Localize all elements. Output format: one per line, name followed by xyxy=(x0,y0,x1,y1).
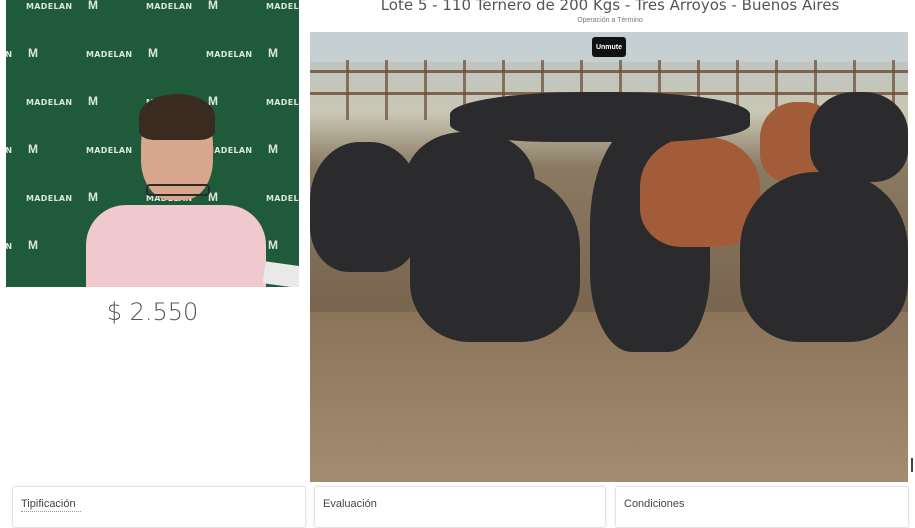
backdrop-logo-mark: M xyxy=(88,190,98,204)
card-label: Evaluación xyxy=(323,498,377,510)
card-label: Tipificación xyxy=(21,498,76,510)
cattle xyxy=(740,172,908,342)
backdrop-logo-mark: M xyxy=(88,0,98,12)
backdrop-logo-text: MADELAN xyxy=(26,194,73,203)
scrollbar-thumb[interactable] xyxy=(911,458,913,472)
backdrop-logo-text: MADELAN xyxy=(206,50,253,59)
backdrop-logo-mark: M xyxy=(268,142,278,156)
backdrop-logo-mark: M xyxy=(28,142,38,156)
presenter-video[interactable]: MADELAN M MADELAN M MADELAN M MADELAN M MADELAN M… xyxy=(6,0,299,287)
paper-sheet xyxy=(262,261,299,287)
lot-title: Lote 5 - 110 Ternero de 200 Kgs - Tres A… xyxy=(380,0,840,14)
backdrop-logo-mark: M xyxy=(268,238,278,252)
fence-rail xyxy=(310,70,908,73)
cattle xyxy=(410,172,580,342)
backdrop-logo-text: MADELAN xyxy=(6,146,13,155)
backdrop-logo-mark: M xyxy=(28,46,38,60)
backdrop-logo-text: MADELAN xyxy=(266,2,299,11)
card-evaluacion[interactable]: Evaluación xyxy=(314,486,606,528)
backdrop-logo-mark: M xyxy=(88,94,98,108)
card-tipificacion[interactable]: Tipificación xyxy=(12,486,306,528)
current-price: $ 2.550 xyxy=(106,298,199,326)
card-label: Condiciones xyxy=(624,498,685,510)
card-underline xyxy=(21,511,81,512)
backdrop-logo-mark: M xyxy=(28,238,38,252)
backdrop-logo-text: MADELAN xyxy=(146,2,193,11)
backdrop-logo-text: MADELAN xyxy=(26,98,73,107)
backdrop-logo-text: MADELAN xyxy=(86,50,133,59)
backdrop-logo-mark: M xyxy=(148,46,158,60)
unmute-button[interactable]: Unmute xyxy=(592,37,626,57)
backdrop-logo-text: MADELAN xyxy=(266,194,299,203)
presenter-body xyxy=(86,205,266,287)
backdrop-logo-text: MADELAN xyxy=(266,98,299,107)
backdrop-logo-mark: M xyxy=(208,0,218,12)
lot-subtitle: Operación a Término xyxy=(577,17,643,24)
backdrop-logo-text: MADELAN xyxy=(86,146,133,155)
cattle xyxy=(310,142,420,272)
backdrop-logo-text: MADELAN xyxy=(26,2,73,11)
backdrop-logo-text: MADELAN xyxy=(6,242,13,251)
presenter-glasses xyxy=(146,184,210,196)
presenter-hair xyxy=(139,94,215,140)
backdrop-logo-mark: M xyxy=(268,46,278,60)
backdrop-logo-text: MADELAN xyxy=(6,50,13,59)
cattle-herd-back xyxy=(450,92,750,142)
card-condiciones[interactable]: Condiciones xyxy=(615,486,909,528)
cattle xyxy=(810,92,908,182)
lot-video[interactable] xyxy=(310,32,908,482)
